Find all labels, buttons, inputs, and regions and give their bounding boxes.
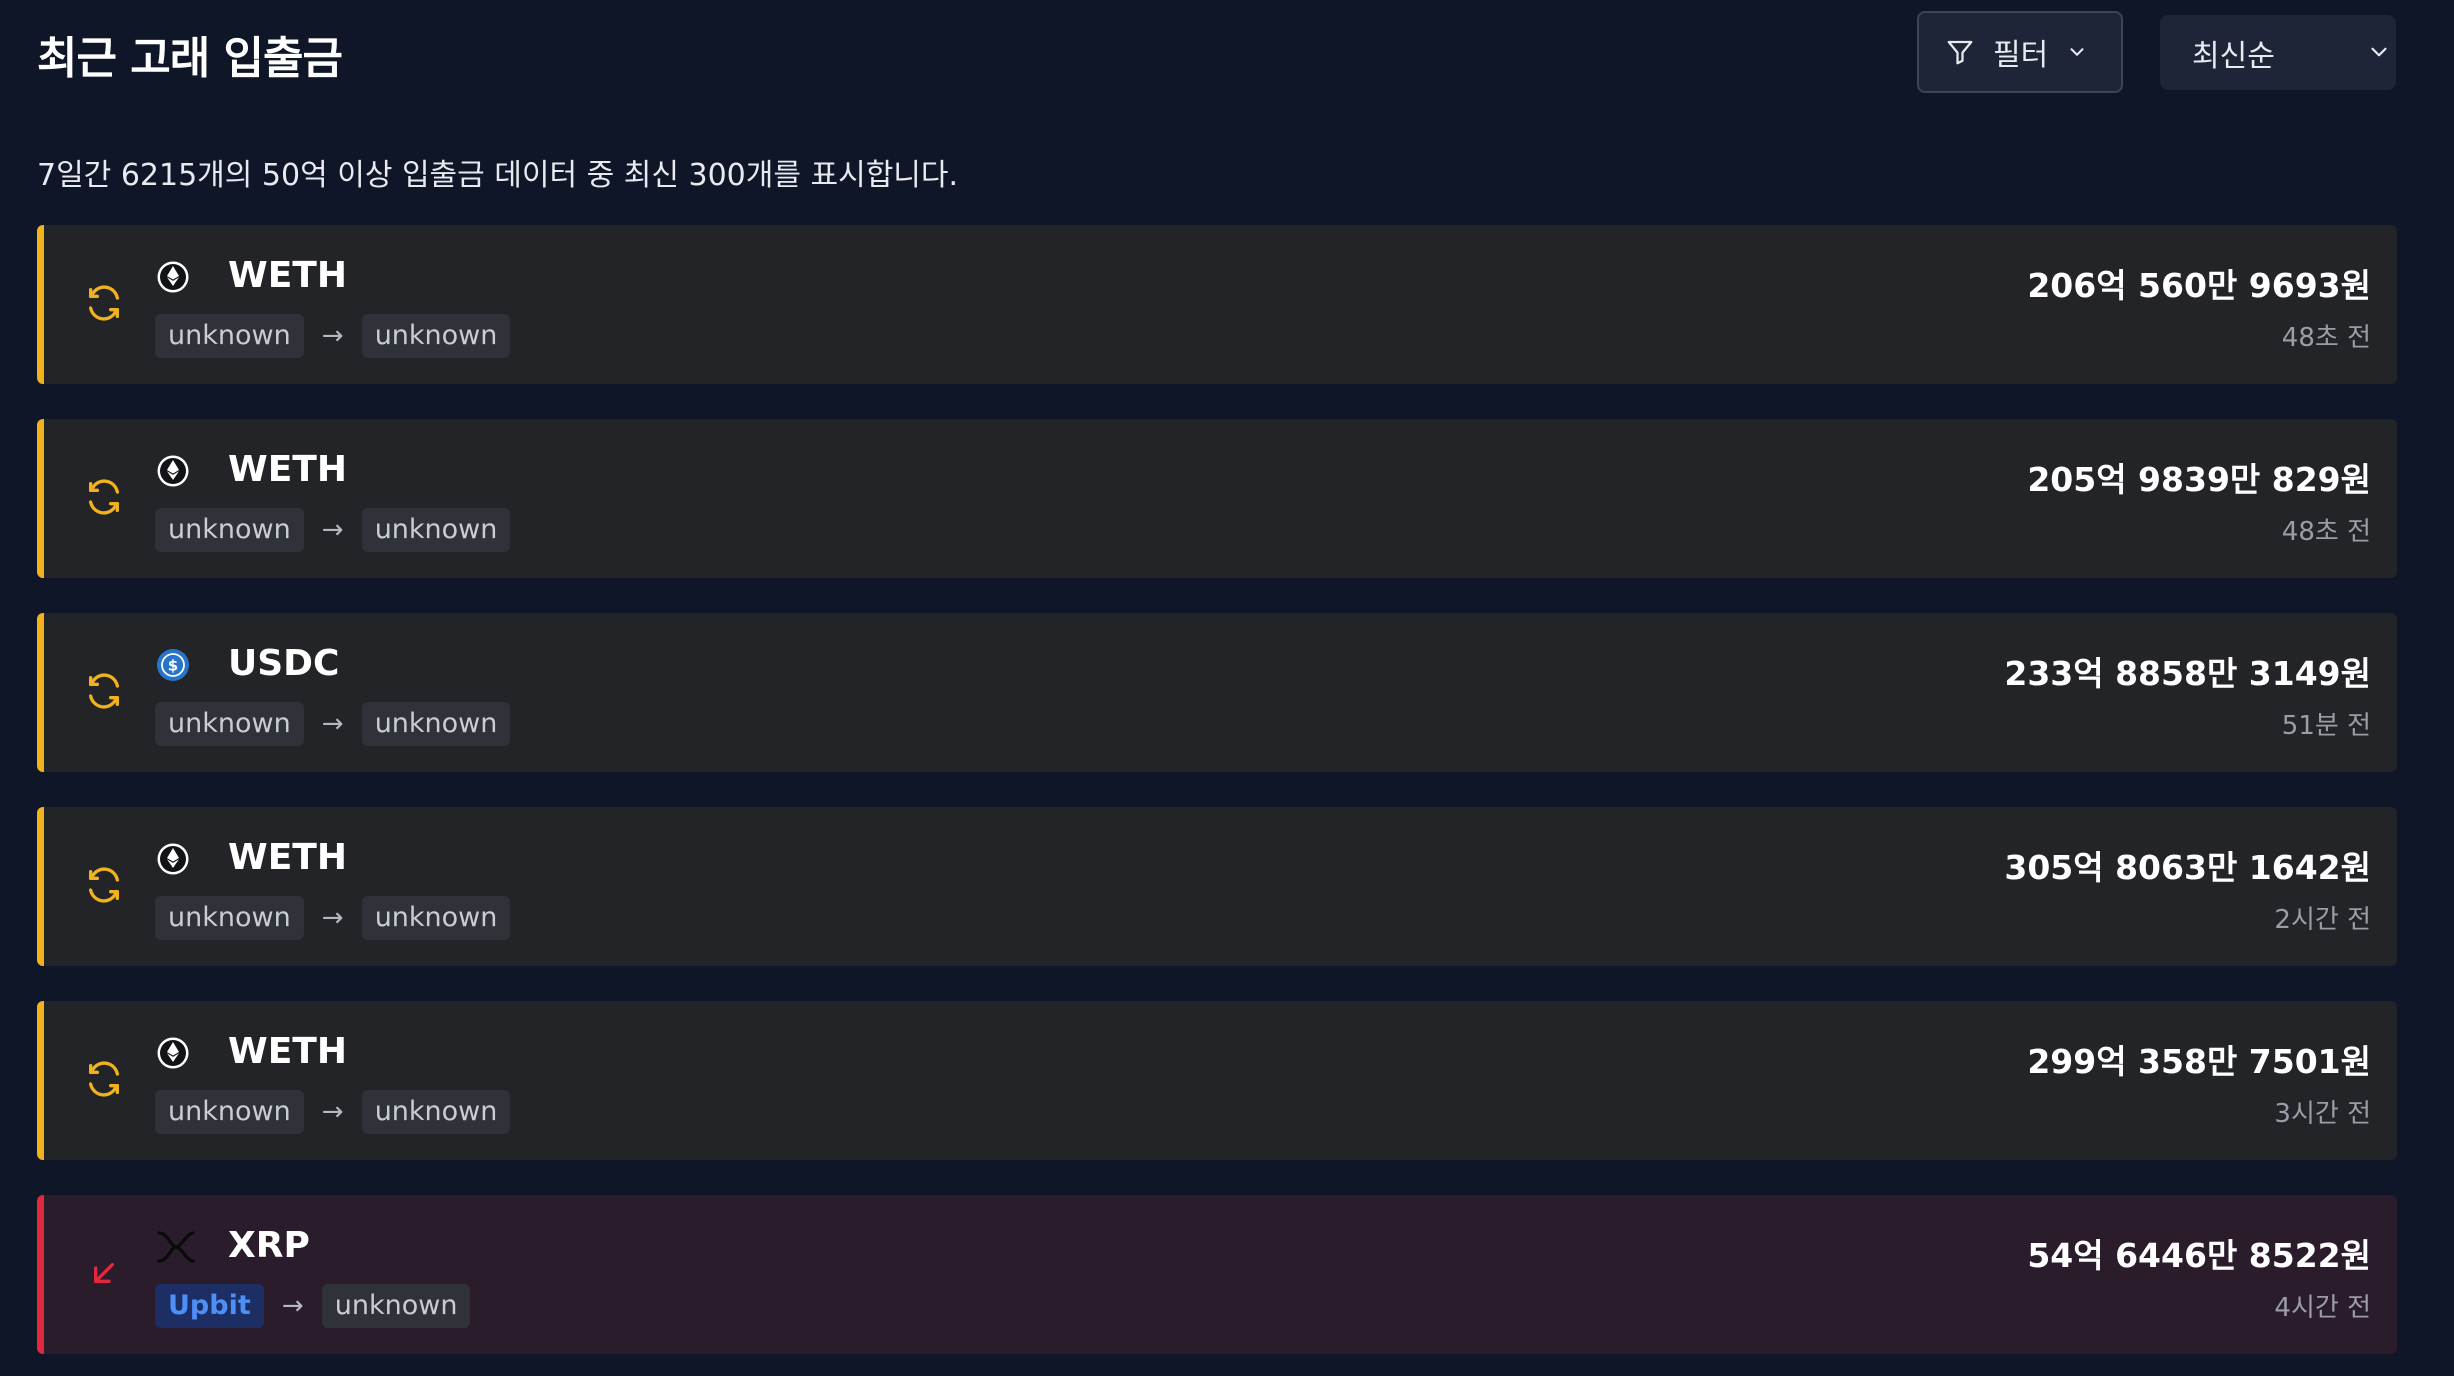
usdc-icon: $ bbox=[156, 648, 190, 682]
transaction-card[interactable]: WETH unknown → unknown 299억 358만 7501원 3… bbox=[37, 1001, 2397, 1160]
transaction-card[interactable]: WETH unknown → unknown 205억 9839만 829원 4… bbox=[37, 419, 2397, 578]
to-tag[interactable]: unknown bbox=[361, 896, 511, 940]
to-tag[interactable]: unknown bbox=[321, 1284, 471, 1328]
arrow-right-icon: → bbox=[321, 903, 344, 933]
from-tag[interactable]: unknown bbox=[155, 896, 304, 940]
arrow-right-icon: → bbox=[321, 1097, 344, 1127]
transaction-list: WETH unknown → unknown 206억 560만 9693원 4… bbox=[37, 225, 2397, 1376]
arrow-right-icon: → bbox=[281, 1291, 304, 1321]
sort-select[interactable]: 최신순 bbox=[2160, 15, 2396, 90]
ethereum-icon bbox=[156, 454, 190, 488]
transaction-card[interactable]: WETH unknown → unknown 305억 8063만 1642원 … bbox=[37, 807, 2397, 966]
sort-label: 최신순 bbox=[2192, 38, 2275, 74]
relative-time: 51분 전 bbox=[2281, 711, 2371, 741]
token-name: WETH bbox=[228, 837, 347, 878]
amount: 305억 8063만 1642원 bbox=[2004, 848, 2371, 887]
amount: 206억 560만 9693원 bbox=[2027, 266, 2371, 305]
filter-label: 필터 bbox=[1993, 38, 2049, 73]
relative-time: 48초 전 bbox=[2281, 517, 2371, 547]
route: Upbit → unknown bbox=[155, 1284, 471, 1328]
swap-icon bbox=[84, 1059, 124, 1099]
token-name: USDC bbox=[228, 643, 340, 684]
to-tag[interactable]: unknown bbox=[361, 314, 511, 358]
swap-icon bbox=[84, 865, 124, 905]
route: unknown → unknown bbox=[155, 896, 511, 940]
amount: 233억 8858만 3149원 bbox=[2004, 654, 2371, 693]
arrow-right-icon: → bbox=[321, 321, 344, 351]
relative-time: 2시간 전 bbox=[2274, 905, 2371, 935]
whale-transfers-page: 최근 고래 입출금 필터 최신순 7일간 6215개의 50억 이상 입출금 데… bbox=[0, 0, 2454, 1376]
token-name: WETH bbox=[228, 449, 347, 490]
transaction-card[interactable]: $ USDC unknown → unknown 233억 8858만 3149… bbox=[37, 613, 2397, 772]
token-name: WETH bbox=[228, 1031, 347, 1072]
xrp-icon bbox=[156, 1230, 195, 1264]
ethereum-icon bbox=[156, 1036, 190, 1070]
to-tag[interactable]: unknown bbox=[361, 702, 511, 746]
route: unknown → unknown bbox=[155, 508, 511, 552]
to-tag[interactable]: unknown bbox=[361, 1090, 511, 1134]
route: unknown → unknown bbox=[155, 702, 511, 746]
swap-icon bbox=[84, 283, 124, 323]
from-tag[interactable]: unknown bbox=[155, 1090, 304, 1134]
page-title: 최근 고래 입출금 bbox=[37, 33, 343, 84]
amount: 54억 6446만 8522원 bbox=[2027, 1236, 2371, 1275]
ethereum-icon bbox=[156, 260, 190, 294]
from-tag[interactable]: unknown bbox=[155, 702, 304, 746]
route: unknown → unknown bbox=[155, 314, 511, 358]
from-tag[interactable]: unknown bbox=[155, 314, 304, 358]
filter-button[interactable]: 필터 bbox=[1917, 11, 2123, 93]
token-name: WETH bbox=[228, 255, 347, 296]
filter-icon bbox=[1947, 40, 1973, 65]
arrow-down-left-icon bbox=[84, 1253, 124, 1293]
ethereum-icon bbox=[156, 842, 190, 876]
swap-icon bbox=[84, 671, 124, 711]
swap-icon bbox=[84, 477, 124, 517]
transaction-card[interactable]: XRP Upbit → unknown 54억 6446만 8522원 4시간 … bbox=[37, 1195, 2397, 1354]
from-tag[interactable]: Upbit bbox=[155, 1284, 264, 1328]
relative-time: 4시간 전 bbox=[2274, 1293, 2371, 1323]
arrow-right-icon: → bbox=[321, 515, 344, 545]
relative-time: 3시간 전 bbox=[2274, 1099, 2371, 1129]
arrow-right-icon: → bbox=[321, 709, 344, 739]
amount: 205억 9839만 829원 bbox=[2027, 460, 2371, 499]
route: unknown → unknown bbox=[155, 1090, 511, 1134]
chevron-down-icon bbox=[2070, 48, 2084, 56]
summary-text: 7일간 6215개의 50억 이상 입출금 데이터 중 최신 300개를 표시합… bbox=[37, 158, 959, 193]
amount: 299억 358만 7501원 bbox=[2027, 1042, 2371, 1081]
chevron-down-icon bbox=[2371, 47, 2387, 57]
svg-text:$: $ bbox=[168, 657, 178, 675]
from-tag[interactable]: unknown bbox=[155, 508, 304, 552]
token-name: XRP bbox=[228, 1225, 310, 1266]
to-tag[interactable]: unknown bbox=[361, 508, 511, 552]
transaction-card[interactable]: WETH unknown → unknown 206억 560만 9693원 4… bbox=[37, 225, 2397, 384]
relative-time: 48초 전 bbox=[2281, 323, 2371, 353]
